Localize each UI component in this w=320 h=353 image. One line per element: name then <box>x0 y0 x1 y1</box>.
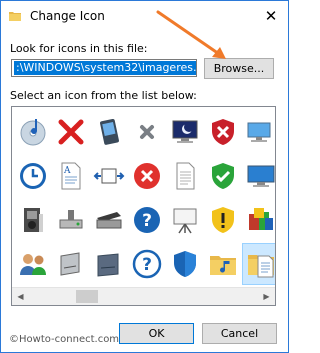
icon-cell[interactable] <box>14 243 52 285</box>
icon-cell-selected[interactable] <box>242 243 275 285</box>
pda-device-icon <box>100 118 119 145</box>
icon-cell[interactable] <box>14 199 52 241</box>
programs-boxes-icon <box>249 208 273 230</box>
monitor-icon <box>247 165 275 187</box>
icon-cell[interactable] <box>204 243 242 285</box>
file-label: Look for icons in this file: <box>10 42 148 55</box>
icon-cell[interactable] <box>128 111 166 153</box>
file-path-value: :\WINDOWS\system32\imageres.dl <box>14 61 196 75</box>
watermark: ©Howto-connect.com <box>9 334 120 345</box>
users-icon <box>20 254 46 275</box>
svg-text:?: ? <box>142 255 152 275</box>
scroll-right-icon[interactable]: ▶ <box>258 288 275 305</box>
icon-cell[interactable] <box>242 155 275 197</box>
icon-list-label: Select an icon from the list below: <box>10 89 197 102</box>
icon-cell[interactable] <box>52 243 90 285</box>
projector-screen-icon <box>173 208 197 234</box>
text-document-icon: A <box>61 162 81 190</box>
green-shield-check-icon <box>212 163 234 189</box>
monitor-moon-icon <box>172 120 198 143</box>
small-x-icon <box>140 125 154 139</box>
scroll-thumb[interactable] <box>76 290 98 303</box>
icon-cell[interactable]: A <box>52 155 90 197</box>
close-icon: ✕ <box>264 7 278 25</box>
icon-cell[interactable] <box>90 199 128 241</box>
ok-button[interactable]: OK <box>119 323 194 344</box>
window-title: Change Icon <box>30 9 105 23</box>
icon-cell[interactable] <box>204 111 242 153</box>
browse-button[interactable]: Browse... <box>204 58 274 79</box>
folder-document-icon <box>248 255 274 278</box>
icon-cell[interactable] <box>52 111 90 153</box>
icon-cell[interactable] <box>90 155 128 197</box>
icon-cell[interactable] <box>90 111 128 153</box>
icon-cell[interactable] <box>52 199 90 241</box>
svg-text:A: A <box>63 166 71 176</box>
folder-icon <box>9 12 21 21</box>
icon-cell[interactable] <box>14 155 52 197</box>
icon-cell[interactable] <box>204 155 242 197</box>
computer-network-icon <box>247 122 271 142</box>
blank-document-icon <box>176 162 195 190</box>
cancel-button[interactable]: Cancel <box>202 323 277 344</box>
red-shield-x-icon <box>212 119 234 145</box>
icon-cell[interactable]: ? <box>128 243 166 285</box>
blue-question-circle-icon: ? <box>132 249 162 279</box>
horizontal-scrollbar[interactable]: ◀ ▶ <box>12 287 275 305</box>
change-icon-dialog: Change Icon ✕ Look for icons in this fil… <box>0 0 289 353</box>
red-circle-x-icon <box>134 163 160 189</box>
resize-box-icon <box>93 168 125 184</box>
music-disc-icon <box>20 119 46 146</box>
icon-cell[interactable] <box>14 111 52 153</box>
scroll-left-icon[interactable]: ◀ <box>12 288 29 305</box>
icon-cell[interactable]: ? <box>128 199 166 241</box>
file-path-input[interactable]: :\WINDOWS\system32\imageres.dl <box>11 59 197 77</box>
drive-slab-icon <box>60 252 80 276</box>
icon-cell[interactable] <box>166 111 204 153</box>
close-button[interactable]: ✕ <box>254 1 288 31</box>
icon-cell[interactable] <box>242 111 275 153</box>
svg-text:?: ? <box>142 211 152 231</box>
yellow-shield-warning-icon <box>212 207 234 233</box>
icon-cell[interactable] <box>242 199 275 241</box>
icon-list[interactable]: A ? ? ◀ ▶ <box>11 106 276 306</box>
icon-cell[interactable] <box>90 243 128 285</box>
network-drive-icon <box>59 210 83 229</box>
dark-drive-icon <box>97 253 119 277</box>
scanner-icon <box>96 212 122 229</box>
icon-cell[interactable] <box>166 199 204 241</box>
media-player-icon <box>24 208 43 232</box>
red-x-icon <box>58 119 84 145</box>
title-bar: Change Icon ✕ <box>1 1 288 31</box>
blue-question-icon: ? <box>134 207 160 233</box>
icon-cell[interactable] <box>128 155 166 197</box>
clock-disc-icon <box>20 163 46 189</box>
icon-cell[interactable] <box>204 199 242 241</box>
shield-icon <box>174 251 196 277</box>
icon-cell[interactable] <box>166 155 204 197</box>
icon-cell[interactable] <box>166 243 204 285</box>
folder-music-icon <box>210 256 236 275</box>
